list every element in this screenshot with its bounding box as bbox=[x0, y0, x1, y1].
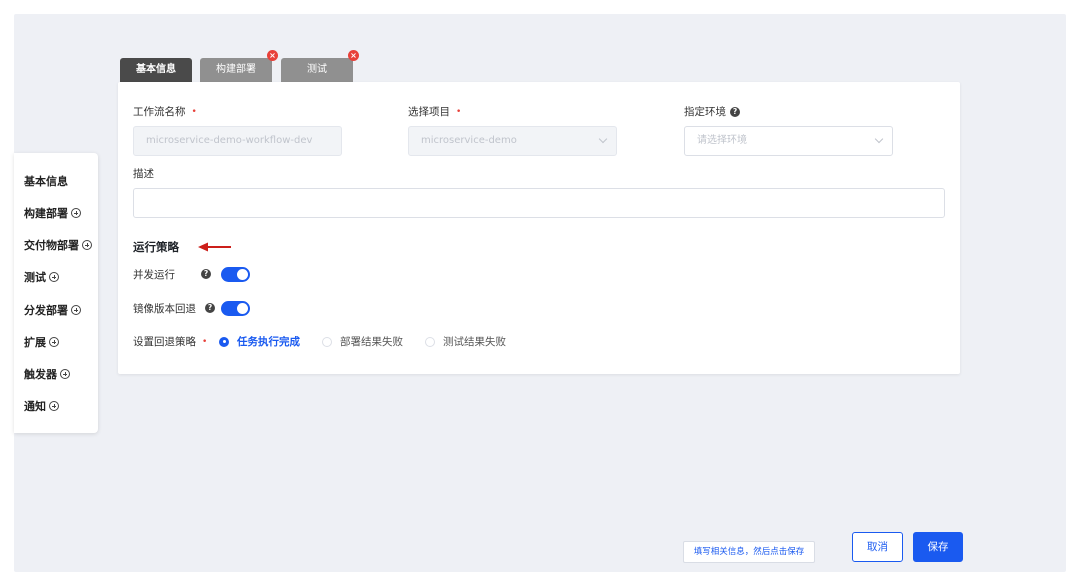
radio-label: 测试结果失败 bbox=[443, 336, 506, 348]
cancel-button[interactable]: 取消 bbox=[852, 532, 903, 562]
basic-info-card: 工作流名称 • microservice-demo-workflow-dev 选… bbox=[118, 82, 960, 374]
nav-item-notification[interactable]: 通知 bbox=[24, 398, 59, 414]
nav-item-label: 扩展 bbox=[24, 336, 46, 349]
workflow-name-field[interactable]: microservice-demo-workflow-dev bbox=[133, 126, 342, 156]
required-marker: • bbox=[202, 336, 208, 347]
project-label: 选择项目 • bbox=[408, 104, 461, 119]
tab-label: 构建部署 bbox=[216, 64, 256, 75]
image-rollback-label: 镜像版本回退 bbox=[133, 301, 196, 316]
workflow-name-label: 工作流名称 • bbox=[133, 104, 197, 119]
radio-dot-icon bbox=[322, 336, 332, 347]
concurrent-run-label: 并发运行 bbox=[133, 267, 175, 282]
add-circle-icon[interactable] bbox=[82, 240, 92, 250]
nav-item-label: 测试 bbox=[24, 271, 46, 284]
radio-deploy-failed[interactable]: 部署结果失败 bbox=[322, 334, 403, 349]
env-label: 指定环境 ? bbox=[684, 104, 740, 119]
field-value: microservice-demo bbox=[421, 135, 517, 146]
close-icon[interactable]: × bbox=[267, 50, 278, 61]
nav-item-label: 交付物部署 bbox=[24, 239, 79, 252]
help-icon[interactable]: ? bbox=[205, 303, 215, 313]
add-circle-icon[interactable] bbox=[71, 305, 81, 315]
project-select[interactable]: microservice-demo bbox=[408, 126, 617, 156]
field-placeholder: 请选择环境 bbox=[697, 135, 747, 146]
left-arrow-icon bbox=[198, 242, 231, 252]
tab-basic-info[interactable]: 基本信息 bbox=[120, 58, 192, 82]
nav-item-distribute-deploy[interactable]: 分发部署 bbox=[24, 302, 81, 318]
radio-task-complete[interactable]: 任务执行完成 bbox=[219, 334, 300, 349]
field-label: 描述 bbox=[133, 168, 154, 180]
rollback-policy-label: 设置回退策略 • bbox=[133, 334, 207, 349]
radio-test-failed[interactable]: 测试结果失败 bbox=[425, 334, 506, 349]
concurrent-run-toggle[interactable] bbox=[221, 267, 250, 282]
section-nav: 基本信息 构建部署 交付物部署 测试 分发部署 扩展 触发器 通知 bbox=[14, 153, 98, 433]
run-strategy-title: 运行策略 bbox=[133, 240, 179, 254]
rollback-policy-radio-group: 任务执行完成 部署结果失败 测试结果失败 bbox=[219, 334, 528, 349]
nav-item-extension[interactable]: 扩展 bbox=[24, 334, 59, 350]
nav-item-label: 通知 bbox=[24, 400, 46, 413]
chevron-down-icon bbox=[598, 134, 608, 144]
tab-build-deploy[interactable]: 构建部署 × bbox=[200, 50, 278, 82]
tab-label: 测试 bbox=[307, 64, 327, 75]
save-hint: 填写相关信息，然后点击保存 bbox=[683, 541, 815, 563]
chevron-down-icon bbox=[874, 134, 884, 144]
nav-item-trigger[interactable]: 触发器 bbox=[24, 366, 70, 382]
field-label: 选择项目 bbox=[408, 106, 450, 118]
nav-item-test[interactable]: 测试 bbox=[24, 269, 59, 285]
nav-item-label: 构建部署 bbox=[24, 207, 68, 220]
add-circle-icon[interactable] bbox=[60, 369, 70, 379]
field-label: 工作流名称 bbox=[133, 106, 186, 118]
nav-item-label: 分发部署 bbox=[24, 304, 68, 317]
nav-item-label: 基本信息 bbox=[24, 175, 68, 188]
radio-label: 部署结果失败 bbox=[340, 336, 403, 348]
help-icon[interactable]: ? bbox=[201, 269, 211, 279]
field-label: 并发运行 bbox=[133, 269, 175, 281]
nav-item-artifact-deploy[interactable]: 交付物部署 bbox=[24, 237, 92, 253]
field-label: 设置回退策略 bbox=[133, 336, 196, 348]
radio-dot-icon bbox=[219, 336, 229, 347]
radio-label: 任务执行完成 bbox=[237, 336, 300, 348]
add-circle-icon[interactable] bbox=[49, 401, 59, 411]
required-marker: • bbox=[191, 106, 197, 117]
nav-item-label: 触发器 bbox=[24, 368, 57, 381]
field-label: 指定环境 bbox=[684, 106, 726, 118]
field-value: microservice-demo-workflow-dev bbox=[146, 135, 313, 146]
workflow-editor-window: 基本信息 构建部署 交付物部署 测试 分发部署 扩展 触发器 通知 基本信息 构… bbox=[14, 14, 1066, 572]
nav-item-build-deploy[interactable]: 构建部署 bbox=[24, 205, 81, 221]
description-label: 描述 bbox=[133, 166, 154, 181]
add-circle-icon[interactable] bbox=[71, 208, 81, 218]
tab-test[interactable]: 测试 × bbox=[281, 50, 359, 82]
save-button[interactable]: 保存 bbox=[913, 532, 963, 562]
required-marker: • bbox=[456, 106, 462, 117]
radio-dot-icon bbox=[425, 336, 435, 347]
tab-label: 基本信息 bbox=[136, 64, 176, 75]
image-rollback-toggle[interactable] bbox=[221, 301, 250, 316]
description-field[interactable] bbox=[133, 188, 945, 218]
help-icon[interactable]: ? bbox=[730, 106, 740, 117]
add-circle-icon[interactable] bbox=[49, 272, 59, 282]
nav-item-basic-info[interactable]: 基本信息 bbox=[24, 173, 68, 189]
add-circle-icon[interactable] bbox=[49, 337, 59, 347]
close-icon[interactable]: × bbox=[348, 50, 359, 61]
env-select[interactable]: 请选择环境 bbox=[684, 126, 893, 156]
field-label: 镜像版本回退 bbox=[133, 303, 196, 315]
